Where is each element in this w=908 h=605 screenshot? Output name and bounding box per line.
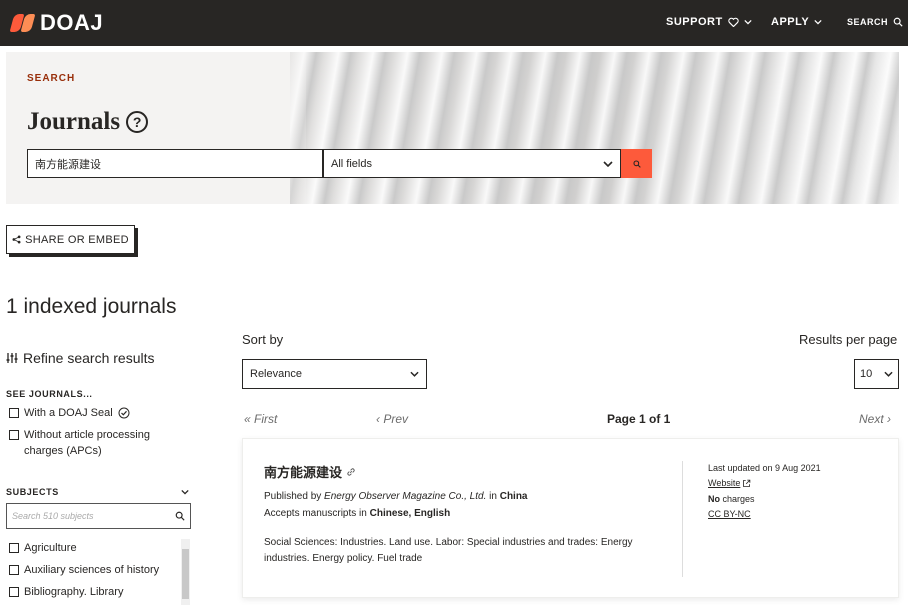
search-field-select[interactable]: All fields: [323, 149, 621, 178]
search-icon: [175, 511, 185, 521]
website-link-label: Website: [708, 478, 741, 488]
pagination-first-label: First: [254, 412, 278, 426]
checkbox[interactable]: [9, 408, 19, 418]
apc-charges-bold: No: [708, 494, 720, 504]
languages-line: Accepts manuscripts in Chinese, English: [264, 508, 450, 519]
chevron-down-icon: [603, 160, 613, 167]
link-icon[interactable]: [346, 467, 356, 477]
subjects-heading-text: SUBJECTS: [6, 487, 59, 497]
pagination-prev-label: Prev: [383, 412, 409, 426]
doaj-logo[interactable]: DOAJ: [9, 10, 104, 36]
share-embed-button[interactable]: SHARE OR EMBED: [6, 225, 135, 254]
seal-check-icon: [118, 407, 130, 419]
facet-doaj-seal[interactable]: With a DOAJ Seal: [9, 405, 130, 421]
languages: Chinese, English: [369, 508, 451, 519]
last-updated: Last updated on 9 Aug 2021: [708, 463, 821, 473]
website-link[interactable]: Website: [708, 478, 751, 488]
results-per-page-select[interactable]: 10: [854, 359, 899, 389]
publisher-name: Energy Observer Magazine Co., Ltd.: [324, 491, 487, 502]
pagination-first[interactable]: « First: [244, 412, 277, 426]
hero-background-image: [290, 52, 899, 204]
share-icon: [12, 235, 21, 244]
search-icon: [893, 17, 903, 27]
subject-item[interactable]: Auxiliary sciences of history: [9, 562, 159, 578]
pagination-prev[interactable]: ‹ Prev: [376, 412, 408, 426]
nav-support-label: SUPPORT: [666, 16, 723, 28]
subjects-scrollbar[interactable]: [181, 539, 190, 605]
doaj-logo-icon: [9, 12, 36, 34]
nav-search-label: SEARCH: [847, 17, 889, 27]
apc-charges: No charges: [708, 494, 755, 504]
checkbox[interactable]: [9, 565, 19, 575]
license-link[interactable]: CC BY-NC: [708, 509, 751, 519]
results-per-page-value: 10: [860, 368, 873, 380]
in-word: in: [489, 491, 497, 502]
chevron-down-icon: [410, 371, 419, 377]
top-navbar: DOAJ SUPPORT APPLY SEARCH: [0, 0, 908, 46]
journal-subjects: Social Sciences: Industries. Land use. L…: [264, 537, 633, 564]
refine-title-text: Refine search results: [23, 350, 155, 366]
scrollbar-thumb[interactable]: [182, 549, 189, 599]
sort-label: Sort by: [242, 332, 284, 347]
page-title: Journals ?: [27, 108, 149, 136]
journal-title[interactable]: 南方能源建设: [264, 462, 356, 481]
subject-item-label: Agriculture: [24, 542, 77, 554]
see-journals-heading: SEE JOURNALS...: [6, 389, 93, 399]
nav-apply[interactable]: APPLY: [771, 16, 822, 28]
refine-title: Refine search results: [6, 350, 155, 366]
heart-icon: [728, 17, 739, 27]
publisher-line: Published by Energy Observer Magazine Co…: [264, 491, 528, 502]
journal-title-text: 南方能源建设: [264, 465, 343, 480]
chevron-down-icon: [814, 19, 822, 25]
nav-apply-label: APPLY: [771, 16, 810, 28]
subject-item[interactable]: Agriculture: [9, 540, 77, 556]
chevron-down-icon: [181, 489, 189, 495]
external-link-icon: [743, 479, 751, 487]
search-field-select-value: All fields: [331, 157, 372, 170]
card-divider: [682, 461, 683, 577]
subjects-search-input[interactable]: Search 510 subjects: [6, 503, 191, 529]
apc-charges-rest: charges: [722, 494, 755, 504]
help-icon[interactable]: ?: [126, 111, 149, 133]
search-hero: SEARCH Journals ? All fields: [6, 52, 899, 204]
subjects-search-placeholder: Search 510 subjects: [12, 511, 94, 521]
sort-select[interactable]: Relevance: [242, 359, 427, 389]
search-icon: [632, 159, 641, 168]
sort-select-value: Relevance: [250, 368, 302, 380]
chevron-down-icon: [884, 371, 893, 377]
nav-search[interactable]: SEARCH: [847, 17, 903, 27]
subject-item-label: Bibliography. Library: [24, 586, 124, 598]
subject-item-label: Auxiliary sciences of history: [24, 564, 160, 576]
checkbox[interactable]: [9, 587, 19, 597]
search-submit-button[interactable]: [621, 149, 652, 178]
pagination-next-label: Next: [859, 412, 884, 426]
facet-doaj-seal-label: With a DOAJ Seal: [24, 407, 113, 419]
facet-no-apc-label: Without article processing charges (APCs…: [24, 429, 150, 457]
logo-text: DOAJ: [40, 10, 104, 35]
country: China: [499, 491, 528, 502]
published-by-prefix: Published by: [264, 491, 322, 502]
search-input[interactable]: [27, 149, 323, 178]
journal-result-card: 南方能源建设 Published by Energy Observer Maga…: [242, 438, 899, 598]
results-per-page-label: Results per page: [799, 332, 898, 347]
sliders-icon: [6, 353, 18, 363]
nav-support[interactable]: SUPPORT: [666, 16, 752, 28]
pagination-next[interactable]: Next ›: [859, 412, 891, 426]
checkbox[interactable]: [9, 543, 19, 553]
hero-label: SEARCH: [27, 73, 76, 84]
subjects-heading[interactable]: SUBJECTS: [6, 487, 189, 497]
subject-item[interactable]: Bibliography. Library: [9, 584, 123, 600]
pagination-current: Page 1 of 1: [607, 412, 671, 426]
share-embed-label: SHARE OR EMBED: [25, 233, 129, 246]
accepts-prefix: Accepts manuscripts in: [264, 508, 367, 519]
checkbox[interactable]: [9, 430, 19, 440]
results-count: 1 indexed journals: [6, 295, 177, 318]
facet-no-apc[interactable]: Without article processing charges (APCs…: [9, 427, 189, 459]
chevron-down-icon: [744, 19, 752, 25]
page-title-text: Journals: [27, 108, 121, 135]
